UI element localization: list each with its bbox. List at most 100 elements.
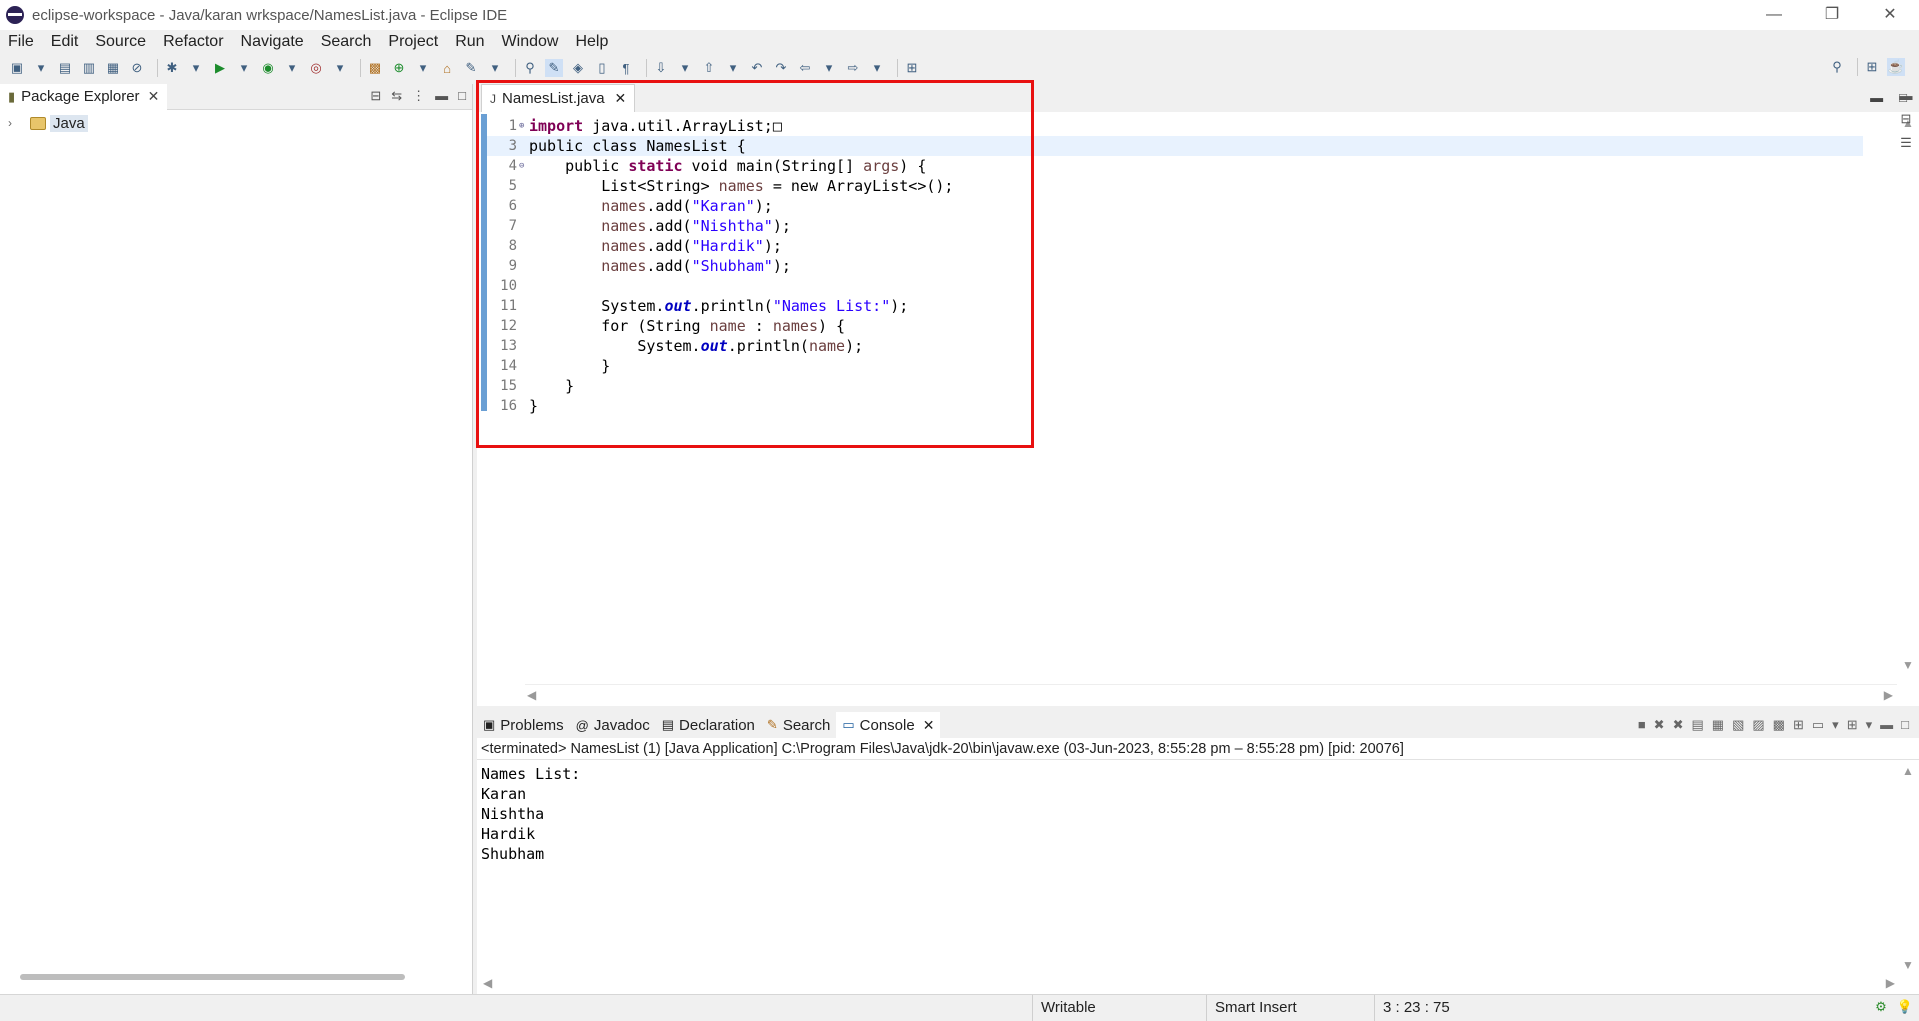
run-icon[interactable]: ▶ bbox=[211, 59, 229, 77]
scroll-left-icon[interactable]: ◀ bbox=[483, 976, 492, 990]
new-icon[interactable]: ▣ bbox=[8, 59, 26, 77]
code-line[interactable]: 5 List<String> names = new ArrayList<>()… bbox=[487, 176, 1863, 196]
dropdown-icon[interactable]: ▾ bbox=[676, 59, 694, 77]
minimize-view-icon[interactable]: ▬ bbox=[1880, 717, 1893, 733]
dropdown-icon[interactable]: ▾ bbox=[486, 59, 504, 77]
dropdown-icon[interactable]: ▾ bbox=[283, 59, 301, 77]
open-perspective-icon[interactable]: ⊞ bbox=[1863, 58, 1881, 76]
dropdown-icon[interactable]: ▾ bbox=[187, 59, 205, 77]
code-line[interactable]: 16 } bbox=[487, 396, 1863, 416]
code-line[interactable]: 14 } bbox=[487, 356, 1863, 376]
code-line[interactable]: 8 names.add("Hardik"); bbox=[487, 236, 1863, 256]
code-line[interactable]: 12 for (String name : names) { bbox=[487, 316, 1863, 336]
menu-window[interactable]: Window bbox=[502, 33, 559, 51]
console-horizontal-scrollbar[interactable]: ◀ ▶ bbox=[481, 974, 1897, 992]
close-icon[interactable]: ✕ bbox=[615, 90, 627, 107]
maximize-view-icon[interactable]: □ bbox=[1901, 717, 1909, 733]
toggle-breadcrumb-icon[interactable]: ◈ bbox=[569, 59, 587, 77]
close-icon[interactable]: ✕ bbox=[148, 88, 160, 105]
code-editor[interactable]: 1 ⊕ import java.util.ArrayList;□ 3 publi… bbox=[477, 112, 1919, 678]
save-all-icon[interactable]: ▥ bbox=[80, 59, 98, 77]
view-menu-icon[interactable]: ⋮ bbox=[412, 88, 425, 104]
minimize-view-icon[interactable]: ▬ bbox=[1870, 90, 1883, 105]
search-toolbar-icon[interactable]: ⚲ bbox=[521, 59, 539, 77]
skip-breakpoints-icon[interactable]: ⊘ bbox=[128, 59, 146, 77]
outline-view-icon[interactable]: ☰ bbox=[1900, 135, 1912, 151]
dropdown-icon[interactable]: ▾ bbox=[32, 59, 50, 77]
editor-horizontal-scrollbar[interactable]: ◀ ▶ bbox=[525, 684, 1897, 706]
editor-vertical-scrollbar[interactable]: ▲ ▼ bbox=[1897, 112, 1919, 678]
code-lines[interactable]: 1 ⊕ import java.util.ArrayList;□ 3 publi… bbox=[487, 116, 1863, 416]
dropdown-icon[interactable]: ▾ bbox=[820, 59, 838, 77]
console-vertical-scrollbar[interactable]: ▲ ▼ bbox=[1897, 762, 1919, 972]
dropdown-icon[interactable]: ▾ bbox=[724, 59, 742, 77]
updates-icon[interactable]: ⚙ bbox=[1875, 999, 1887, 1015]
coverage-icon[interactable]: ◉ bbox=[259, 59, 277, 77]
tab-problems[interactable]: ▣ Problems bbox=[477, 712, 570, 738]
tab-console[interactable]: ▭ Console ✕ bbox=[836, 712, 941, 738]
dropdown-icon[interactable]: ▾ bbox=[414, 59, 432, 77]
maximize-view-icon[interactable]: □ bbox=[458, 88, 466, 104]
external-tools-icon[interactable]: ◎ bbox=[307, 59, 325, 77]
next-annotation-icon[interactable]: ⇩ bbox=[652, 59, 670, 77]
show-console-on-output-icon[interactable]: ▨ bbox=[1752, 717, 1764, 733]
scroll-down-icon[interactable]: ▼ bbox=[1902, 958, 1914, 972]
code-line[interactable]: 1 ⊕ import java.util.ArrayList;□ bbox=[487, 116, 1863, 136]
code-line[interactable]: 15 } bbox=[487, 376, 1863, 396]
code-line[interactable]: 7 names.add("Nishtha"); bbox=[487, 216, 1863, 236]
tab-javadoc[interactable]: @ Javadoc bbox=[570, 712, 656, 738]
tree-item-java-project[interactable]: › Java bbox=[0, 112, 472, 134]
dropdown-icon[interactable]: ▾ bbox=[235, 59, 253, 77]
link-with-editor-icon[interactable]: ⇆ bbox=[391, 88, 402, 104]
tab-nameslist-java[interactable]: J NamesList.java ✕ bbox=[481, 84, 636, 112]
code-line[interactable]: 9 names.add("Shubham"); bbox=[487, 256, 1863, 276]
forward-icon[interactable]: ⇨ bbox=[844, 59, 862, 77]
back-icon[interactable]: ⇦ bbox=[796, 59, 814, 77]
pin-editor-icon[interactable]: ⊞ bbox=[903, 59, 921, 77]
last-edit-location-icon[interactable]: ↶ bbox=[748, 59, 766, 77]
dropdown-icon[interactable]: ▾ bbox=[1832, 717, 1839, 733]
block-selection-icon[interactable]: ▯ bbox=[593, 59, 611, 77]
remove-launch-icon[interactable]: ✖ bbox=[1654, 717, 1665, 733]
menu-file[interactable]: File bbox=[8, 33, 34, 51]
terminal-icon[interactable]: ▦ bbox=[104, 59, 122, 77]
debug-icon[interactable]: ✱ bbox=[163, 59, 181, 77]
clear-console-icon[interactable]: ▤ bbox=[1691, 717, 1703, 733]
terminate-icon[interactable]: ■ bbox=[1638, 717, 1646, 733]
new-class-icon[interactable]: ⊕ bbox=[390, 59, 408, 77]
close-icon[interactable]: ✕ bbox=[923, 717, 935, 734]
horizontal-scrollbar[interactable] bbox=[20, 974, 405, 980]
open-console-icon[interactable]: ⊞ bbox=[1847, 717, 1858, 733]
menu-source[interactable]: Source bbox=[95, 33, 146, 51]
scroll-lock-icon[interactable]: ▦ bbox=[1712, 717, 1724, 733]
pin-console-icon[interactable]: ⊞ bbox=[1793, 717, 1804, 733]
chevron-right-icon[interactable]: › bbox=[8, 116, 20, 130]
search-icon[interactable]: ⚲ bbox=[1828, 58, 1846, 76]
show-whitespace-icon[interactable]: ¶ bbox=[617, 59, 635, 77]
remove-all-launches-icon[interactable]: ✖ bbox=[1673, 717, 1684, 733]
menu-refactor[interactable]: Refactor bbox=[163, 33, 223, 51]
scroll-down-icon[interactable]: ▼ bbox=[1902, 658, 1914, 672]
close-button[interactable]: ✕ bbox=[1861, 0, 1919, 30]
code-line[interactable]: 13 System.out.println(name); bbox=[487, 336, 1863, 356]
menu-search[interactable]: Search bbox=[321, 33, 372, 51]
code-line[interactable]: 10 bbox=[487, 276, 1863, 296]
new-java-package-icon[interactable]: ▩ bbox=[366, 59, 384, 77]
restore-view-icon[interactable]: ⊟ bbox=[1901, 111, 1912, 127]
forward-edit-icon[interactable]: ↷ bbox=[772, 59, 790, 77]
code-line[interactable]: 11 System.out.println("Names List:"); bbox=[487, 296, 1863, 316]
collapse-all-icon[interactable]: ⊟ bbox=[370, 88, 381, 104]
open-task-icon[interactable]: ✎ bbox=[462, 59, 480, 77]
tab-package-explorer[interactable]: ▮ Package Explorer ✕ bbox=[0, 83, 168, 110]
menu-project[interactable]: Project bbox=[388, 33, 438, 51]
fold-collapse-icon[interactable]: ⊖ bbox=[519, 156, 527, 176]
code-line-current[interactable]: 3 public class NamesList { bbox=[487, 136, 1863, 156]
menu-edit[interactable]: Edit bbox=[51, 33, 79, 51]
menu-navigate[interactable]: Navigate bbox=[241, 33, 304, 51]
dropdown-icon[interactable]: ▾ bbox=[1866, 717, 1873, 733]
previous-annotation-icon[interactable]: ⇧ bbox=[700, 59, 718, 77]
tip-of-day-icon[interactable]: 💡 bbox=[1897, 999, 1913, 1015]
code-line[interactable]: 6 names.add("Karan"); bbox=[487, 196, 1863, 216]
dropdown-icon[interactable]: ▾ bbox=[868, 59, 886, 77]
menu-help[interactable]: Help bbox=[575, 33, 608, 51]
